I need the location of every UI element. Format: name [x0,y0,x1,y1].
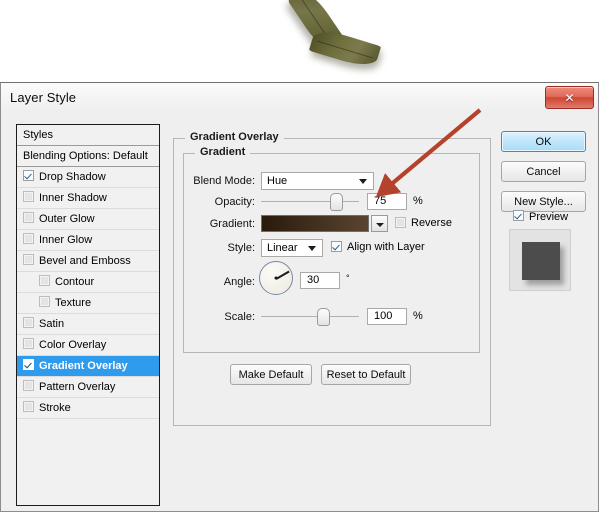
style-row-label: Inner Shadow [39,192,107,204]
scale-unit: % [413,310,423,322]
styles-list[interactable]: Styles Blending Options: Default Drop Sh… [16,124,160,506]
opacity-value-field[interactable]: 75 [367,193,407,210]
style-row-label: Inner Glow [39,234,93,246]
checkbox-icon[interactable] [39,296,50,307]
scale-label: Scale: [224,311,255,323]
checkbox-icon [331,241,342,252]
style-row-label: Bevel and Emboss [39,255,131,267]
style-row-label: Gradient Overlay [39,360,128,372]
style-row-label: Drop Shadow [39,171,106,183]
style-row-texture[interactable]: Texture [17,293,159,314]
dialog-titlebar: Layer Style ✕ [1,83,598,113]
checkbox-icon[interactable] [23,380,34,391]
opacity-slider[interactable] [261,193,359,211]
chevron-down-icon [359,179,367,184]
scale-value-field[interactable]: 100 [367,308,407,325]
reset-to-default-button[interactable]: Reset to Default [321,364,411,385]
make-default-button[interactable]: Make Default [230,364,312,385]
style-row-color-overlay[interactable]: Color Overlay [17,335,159,356]
checkbox-icon[interactable] [23,254,34,265]
preview-label: Preview [529,211,569,223]
checkbox-icon [513,210,524,221]
style-row-stroke[interactable]: Stroke [17,398,159,419]
gradient-overlay-panel: Gradient Overlay Gradient Blend Mode: Hu… [173,131,493,431]
styles-header-label: Styles [23,129,53,141]
style-row-bevel-and-emboss[interactable]: Bevel and Emboss [17,251,159,272]
opacity-slider-thumb[interactable] [329,193,343,211]
gradient-picker-button[interactable] [371,215,388,232]
gradient-swatch[interactable] [261,215,369,232]
angle-unit: ° [346,273,350,283]
checkbox-icon[interactable] [23,401,34,412]
style-row-label: Outer Glow [39,213,95,225]
close-button[interactable]: ✕ [545,86,594,109]
angle-label: Angle: [223,276,255,288]
checkbox-icon[interactable] [23,170,34,181]
checkbox-icon[interactable] [23,212,34,223]
scale-slider-track [261,316,359,317]
preview-square [522,242,560,280]
checkbox-icon[interactable] [23,191,34,202]
ok-button[interactable]: OK [501,131,586,152]
preview-thumbnail [509,229,571,291]
opacity-label: Opacity: [214,196,255,208]
reverse-label: Reverse [411,217,452,229]
style-row-label: Pattern Overlay [39,381,116,393]
angle-needle [275,270,290,280]
blend-mode-label: Blend Mode: [193,175,255,187]
checkbox-icon[interactable] [39,275,50,286]
chevron-down-icon [376,223,384,227]
style-row-satin[interactable]: Satin [17,314,159,335]
blend-mode-value: Hue [267,175,288,187]
checkbox-icon [395,217,406,228]
gradient-legend: Gradient [195,146,251,158]
style-row-label: Texture [55,297,92,309]
style-row-pattern-overlay[interactable]: Pattern Overlay [17,377,159,398]
checkbox-icon[interactable] [23,338,34,349]
style-row-inner-shadow[interactable]: Inner Shadow [17,188,159,209]
gradient-overlay-legend: Gradient Overlay [185,131,284,143]
style-row-inner-glow[interactable]: Inner Glow [17,230,159,251]
preview-checkbox[interactable]: Preview [513,210,568,223]
style-value: Linear [267,242,298,254]
style-label: Style: [227,242,255,254]
blending-options-label: Blending Options: Default [23,150,148,162]
bay-leaf-lower [308,26,382,71]
style-row-outer-glow[interactable]: Outer Glow [17,209,159,230]
image-canvas [0,0,600,82]
scale-slider-thumb[interactable] [316,308,330,326]
opacity-unit: % [413,195,423,207]
new-style-button[interactable]: New Style... [501,191,586,212]
gradient-label: Gradient: [209,218,255,230]
checkbox-icon[interactable] [23,317,34,328]
style-row-label: Contour [55,276,95,288]
angle-dial[interactable] [259,261,293,295]
scale-slider[interactable] [261,308,359,326]
blend-mode-select[interactable]: Hue [261,172,374,190]
reverse-checkbox[interactable]: Reverse [395,217,452,230]
dialog-title: Layer Style [10,90,77,105]
style-row-label: Stroke [39,402,71,414]
layer-style-dialog: Layer Style ✕ Styles Blending Options: D… [0,82,599,512]
chevron-down-icon [308,246,316,251]
angle-dial-hub [274,276,278,280]
cancel-button[interactable]: Cancel [501,161,586,182]
style-row-drop-shadow[interactable]: Drop Shadow [17,167,159,188]
style-row-label: Satin [39,318,65,330]
align-with-layer-checkbox[interactable]: Align with Layer [331,241,425,254]
style-row-label: Color Overlay [39,339,107,351]
style-select[interactable]: Linear [261,239,323,257]
leaf-vein [317,40,373,58]
styles-list-header: Styles [17,125,159,146]
opacity-slider-track [261,201,359,202]
style-row-contour[interactable]: Contour [17,272,159,293]
checkbox-icon[interactable] [23,233,34,244]
style-row-gradient-overlay[interactable]: Gradient Overlay [17,356,159,377]
align-with-layer-label: Align with Layer [347,241,425,253]
blending-options-row[interactable]: Blending Options: Default [17,146,159,167]
checkbox-icon[interactable] [23,359,34,370]
angle-value-field[interactable]: 30 [300,272,340,289]
